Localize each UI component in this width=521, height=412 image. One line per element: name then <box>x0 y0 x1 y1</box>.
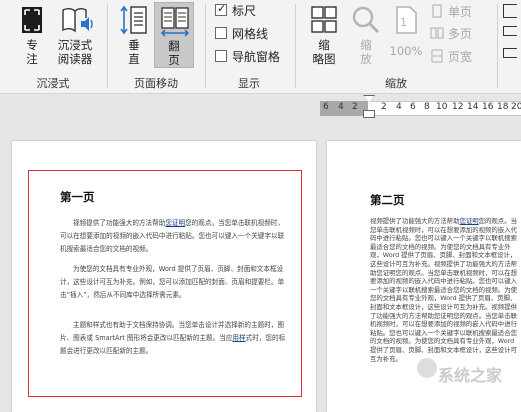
multi-page-label: 多页 <box>448 26 473 41</box>
page-100-icon: 1 <box>390 4 422 36</box>
focus-mode-icon <box>16 4 48 36</box>
ruler-tick: 10 <box>436 102 448 112</box>
group-page-move: 垂 直 翻 页 页面移动 <box>108 0 204 94</box>
left-indent-marker[interactable] <box>363 110 375 118</box>
ruler-tick: 4 <box>396 102 402 112</box>
group-show-label: 显示 <box>238 77 260 90</box>
svg-text:1: 1 <box>400 16 407 29</box>
paragraph-text: 视频提供了功能强大的方法帮助您证明您的观点。当您单击联机视频时，可以在想要添加的… <box>370 302 517 363</box>
ruler-label: 标尺 <box>232 3 257 18</box>
nav-pane-check-box[interactable] <box>215 50 227 62</box>
gridlines-checkbox[interactable]: 网格线 <box>215 23 268 43</box>
zoom-100-label: 100% <box>389 44 423 58</box>
thumbnails-button[interactable]: 缩 略图 <box>304 2 344 68</box>
link-text[interactable]: 您证明 <box>165 219 185 227</box>
gridlines-label: 网格线 <box>232 26 269 41</box>
single-page-icon <box>432 4 442 18</box>
page-2-body: 视频提供了功能强大的方法帮助您证明您的观点。当您单击联机视频时，可以在想要添加的… <box>370 217 521 363</box>
magnifier-icon <box>350 4 382 36</box>
ruler-tick: 14 <box>467 102 479 112</box>
single-page-label: 单页 <box>448 4 473 19</box>
page-2-title: 第二页 <box>370 193 405 207</box>
side-to-side-icon <box>158 5 190 37</box>
link-text[interactable]: 用样 <box>232 334 245 342</box>
ruler-tick: 6 <box>323 102 329 112</box>
thumbnails-icon <box>308 4 340 36</box>
arrange-all-icon[interactable] <box>503 26 517 36</box>
page-1-paragraph-2: 为使您的文档具有专业外观，Word 提供了页眉、页脚、封面和文本框设计，这些设计… <box>60 263 288 302</box>
ribbon: 专 注 沉浸式 阅读器 沉浸式 垂 直 翻 页 页面移动 ✓ 标尺 网格线 导航… <box>0 0 521 94</box>
paragraph-text: 为使您的文档具有专业外观，Word 提供了页眉、页脚、封面和文本框设计，这些设计… <box>60 265 285 299</box>
single-page-button[interactable]: 单页 <box>430 1 472 21</box>
flip-label: 翻 页 <box>168 39 180 67</box>
immersive-reader-button[interactable]: 沉浸式 阅读器 <box>52 2 98 68</box>
page-1-paragraph-3: 主题和样式也有助于文档保持协调。当您单击设计并选择新的主题时，图片、图表或 Sm… <box>60 319 288 358</box>
multi-page-button[interactable]: 多页 <box>430 23 472 43</box>
vertical-button[interactable]: 垂 直 <box>116 2 152 68</box>
immersive-reader-icon <box>59 4 93 36</box>
group-page-move-label: 页面移动 <box>134 77 178 90</box>
ruler-tick: 4 <box>338 102 344 112</box>
page-width-label: 页宽 <box>448 49 473 64</box>
ruler-tick: 16 <box>482 102 494 112</box>
immersive-reader-label: 沉浸式 阅读器 <box>57 38 93 66</box>
page-1-paragraph-1: 视频提供了功能强大的方法帮助您证明您的观点。当您单击联机视频时，可以在想要添加的… <box>60 217 288 256</box>
ruler-checkbox[interactable]: 标尺 <box>215 0 256 20</box>
page-1-title: 第一页 <box>60 190 95 204</box>
ruler-tick: 12 <box>452 102 464 112</box>
paragraph-text: 视频提供了功能强大的方法帮助 <box>370 217 460 225</box>
gridlines-check-box[interactable] <box>215 27 227 39</box>
nav-pane-label: 导航窗格 <box>232 49 281 64</box>
ruler-tick: 18 <box>497 102 509 112</box>
zoom-100-button[interactable]: 1 100% <box>388 2 424 68</box>
ruler-tick: 2 <box>352 102 358 112</box>
group-show: 标尺 网格线 导航窗格 显示 <box>206 0 292 94</box>
vertical-label: 垂 直 <box>128 38 140 66</box>
group-immersive-label: 沉浸式 <box>36 77 70 90</box>
page-width-button[interactable]: 页宽 <box>430 46 472 66</box>
ruler-check-box[interactable] <box>215 2 227 16</box>
page-width-icon <box>431 49 443 63</box>
flip-button[interactable]: 翻 页 <box>154 2 194 68</box>
vertical-scroll-icon <box>118 4 150 36</box>
page-1[interactable]: 第一页 视频提供了功能强大的方法帮助您证明您的观点。当您单击联机视频时，可以在想… <box>12 141 316 412</box>
zoom-button[interactable]: 缩 放 <box>348 2 384 68</box>
multi-page-icon <box>430 27 444 39</box>
focus-button[interactable]: 专 注 <box>14 2 50 68</box>
ruler-tick: 6 <box>410 102 416 112</box>
split-icon[interactable] <box>503 48 517 58</box>
paragraph-text: 视频提供了功能强大的方法帮助 <box>73 219 166 227</box>
link-text[interactable]: 您证明 <box>459 217 478 225</box>
new-window-icon[interactable] <box>503 4 517 18</box>
group-immersive: 专 注 沉浸式 阅读器 沉浸式 <box>0 0 106 94</box>
first-line-indent-marker-fill <box>364 96 374 103</box>
zoom-label: 缩 放 <box>360 38 372 66</box>
group-zoom-label: 缩放 <box>385 77 407 90</box>
nav-pane-checkbox[interactable]: 导航窗格 <box>215 46 280 66</box>
watermark: 系统之家 <box>438 366 503 385</box>
ruler-tick: 20 <box>511 102 521 112</box>
focus-label: 专 注 <box>26 38 38 66</box>
watermark-logo-icon <box>417 358 437 378</box>
ruler-tick: 2 <box>381 102 387 112</box>
group-zoom: 缩 略图 缩 放 1 100% 单页 多页 页宽 缩放 <box>296 0 496 94</box>
thumbnails-label: 缩 略图 <box>312 38 336 66</box>
separator <box>497 4 498 88</box>
ruler-tick: 8 <box>424 102 430 112</box>
